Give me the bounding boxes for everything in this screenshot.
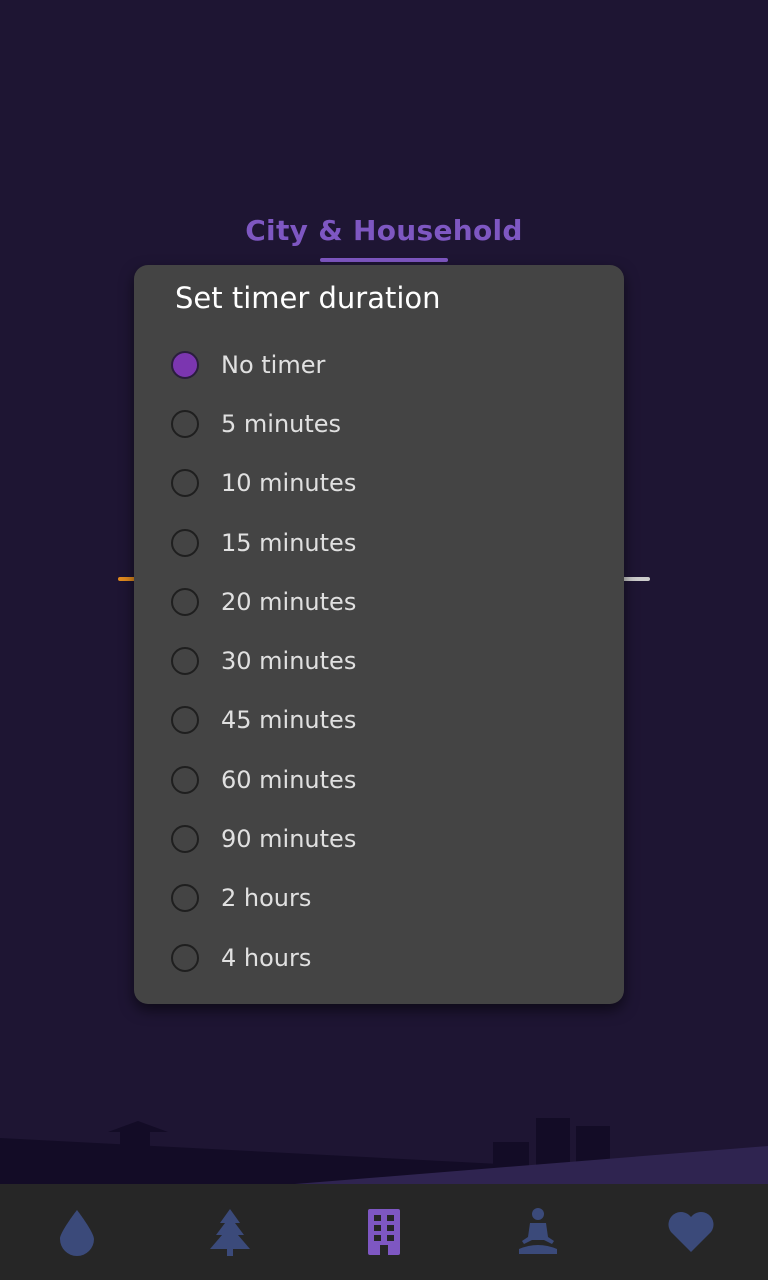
timer-option-label: 30 minutes	[221, 647, 357, 676]
timer-option[interactable]: 90 minutes	[134, 809, 624, 868]
timer-option-label: 15 minutes	[221, 528, 357, 557]
radio-button[interactable]	[171, 469, 199, 498]
timer-option[interactable]: 5 minutes	[134, 394, 624, 453]
radio-button[interactable]	[171, 528, 199, 557]
timer-option[interactable]: 15 minutes	[134, 513, 624, 572]
timer-option[interactable]: 20 minutes	[134, 572, 624, 631]
timer-option[interactable]: 45 minutes	[134, 691, 624, 750]
timer-option[interactable]: 2 hours	[134, 869, 624, 928]
radio-button[interactable]	[171, 943, 199, 972]
radio-button[interactable]	[171, 765, 199, 794]
timer-option-label: 60 minutes	[221, 765, 357, 794]
timer-option[interactable]: 10 minutes	[134, 454, 624, 513]
radio-button[interactable]	[171, 706, 199, 735]
timer-options-list: No timer 5 minutes 10 minutes 15 minutes…	[134, 335, 624, 987]
timer-duration-dialog: Set timer duration No timer 5 minutes 10…	[134, 265, 624, 1004]
radio-button[interactable]	[171, 884, 199, 913]
timer-option-label: 2 hours	[221, 884, 312, 913]
timer-option[interactable]: No timer	[134, 335, 624, 394]
timer-option[interactable]: 4 hours	[134, 928, 624, 987]
timer-option-label: 10 minutes	[221, 469, 357, 498]
radio-button[interactable]	[171, 647, 199, 676]
radio-button[interactable]	[171, 587, 199, 616]
radio-button[interactable]	[171, 825, 199, 854]
timer-option[interactable]: 30 minutes	[134, 631, 624, 690]
timer-option-label: 4 hours	[221, 943, 312, 972]
timer-option-label: 20 minutes	[221, 587, 357, 616]
radio-button-checked[interactable]	[171, 350, 199, 379]
dialog-title: Set timer duration	[175, 281, 441, 315]
timer-option-label: 45 minutes	[221, 706, 357, 735]
radio-button[interactable]	[171, 409, 199, 438]
timer-option-label: 90 minutes	[221, 825, 357, 854]
timer-option[interactable]: 60 minutes	[134, 750, 624, 809]
timer-option-label: No timer	[221, 350, 326, 379]
timer-option-label: 5 minutes	[221, 409, 342, 438]
